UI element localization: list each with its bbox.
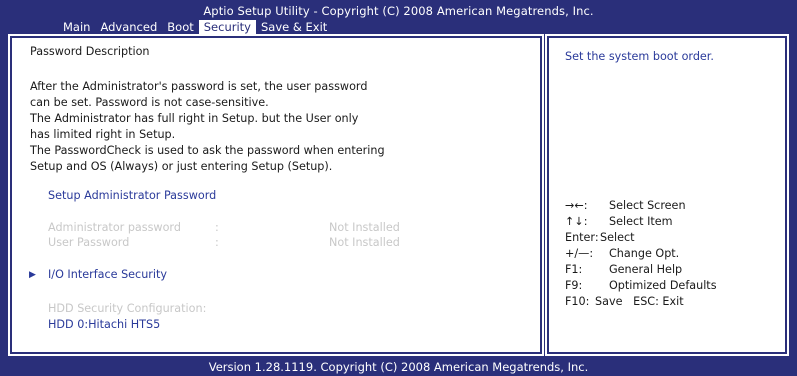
tab-advanced[interactable]: Advanced <box>95 20 162 34</box>
admin-password-label: Administrator password <box>48 221 181 234</box>
description-line: can be set. Password is not case-sensiti… <box>30 96 269 109</box>
description-line: The Administrator has full right in Setu… <box>30 112 359 125</box>
password-description: After the Administrator's password is se… <box>30 79 385 175</box>
key-description: Save ESC: Exit <box>595 295 684 308</box>
key-description: Select <box>600 231 635 244</box>
hdd-item[interactable]: HDD 0:Hitachi HTS5 <box>48 318 160 331</box>
tab-main[interactable]: Main <box>58 20 95 34</box>
bios-setup-screen: Aptio Setup Utility - Copyright (C) 2008… <box>0 0 797 376</box>
setup-admin-password-item[interactable]: Setup Administrator Password <box>48 189 216 202</box>
app-title: Aptio Setup Utility - Copyright (C) 2008… <box>203 4 594 18</box>
user-password-separator: : <box>215 236 219 249</box>
submenu-arrow-icon: ▶ <box>29 270 36 280</box>
key-label: F1: <box>565 263 583 276</box>
tab-boot[interactable]: Boot <box>162 20 198 34</box>
admin-password-separator: : <box>215 221 219 234</box>
key-description: General Help <box>609 263 683 276</box>
key-description: Change Opt. <box>609 247 680 260</box>
admin-password-status: Not Installed <box>329 221 400 234</box>
description-line: After the Administrator's password is se… <box>30 80 368 93</box>
description-line: The PasswordCheck is used to ask the pas… <box>30 144 385 157</box>
description-line: Setup and OS (Always) or just entering S… <box>30 160 333 173</box>
section-title: Password Description <box>30 45 150 58</box>
key-label: +/—: <box>565 247 594 260</box>
hdd-security-configuration-label: HDD Security Configuration: <box>48 302 207 315</box>
key-description: Select Screen <box>609 199 686 212</box>
key-label: →←: <box>565 199 588 212</box>
key-label: Enter: <box>565 231 599 244</box>
tab-save-exit[interactable]: Save & Exit <box>256 20 332 34</box>
key-label: F9: <box>565 279 583 292</box>
key-label: F10: <box>565 295 590 308</box>
key-description: Select Item <box>609 215 673 228</box>
tab-bar: Main Advanced Boot Security Save & Exit <box>58 20 332 34</box>
user-password-label: User Password <box>48 236 130 249</box>
description-line: has limited right in Setup. <box>30 128 176 141</box>
tab-security[interactable]: Security <box>198 20 256 34</box>
key-description: Optimized Defaults <box>609 279 717 292</box>
key-label: ↑↓: <box>565 215 588 228</box>
help-text: Set the system boot order. <box>565 50 714 63</box>
io-interface-security-item[interactable]: I/O Interface Security <box>48 268 167 281</box>
user-password-status: Not Installed <box>329 236 400 249</box>
footer-version: Version 1.28.1119. Copyright (C) 2008 Am… <box>208 360 589 374</box>
